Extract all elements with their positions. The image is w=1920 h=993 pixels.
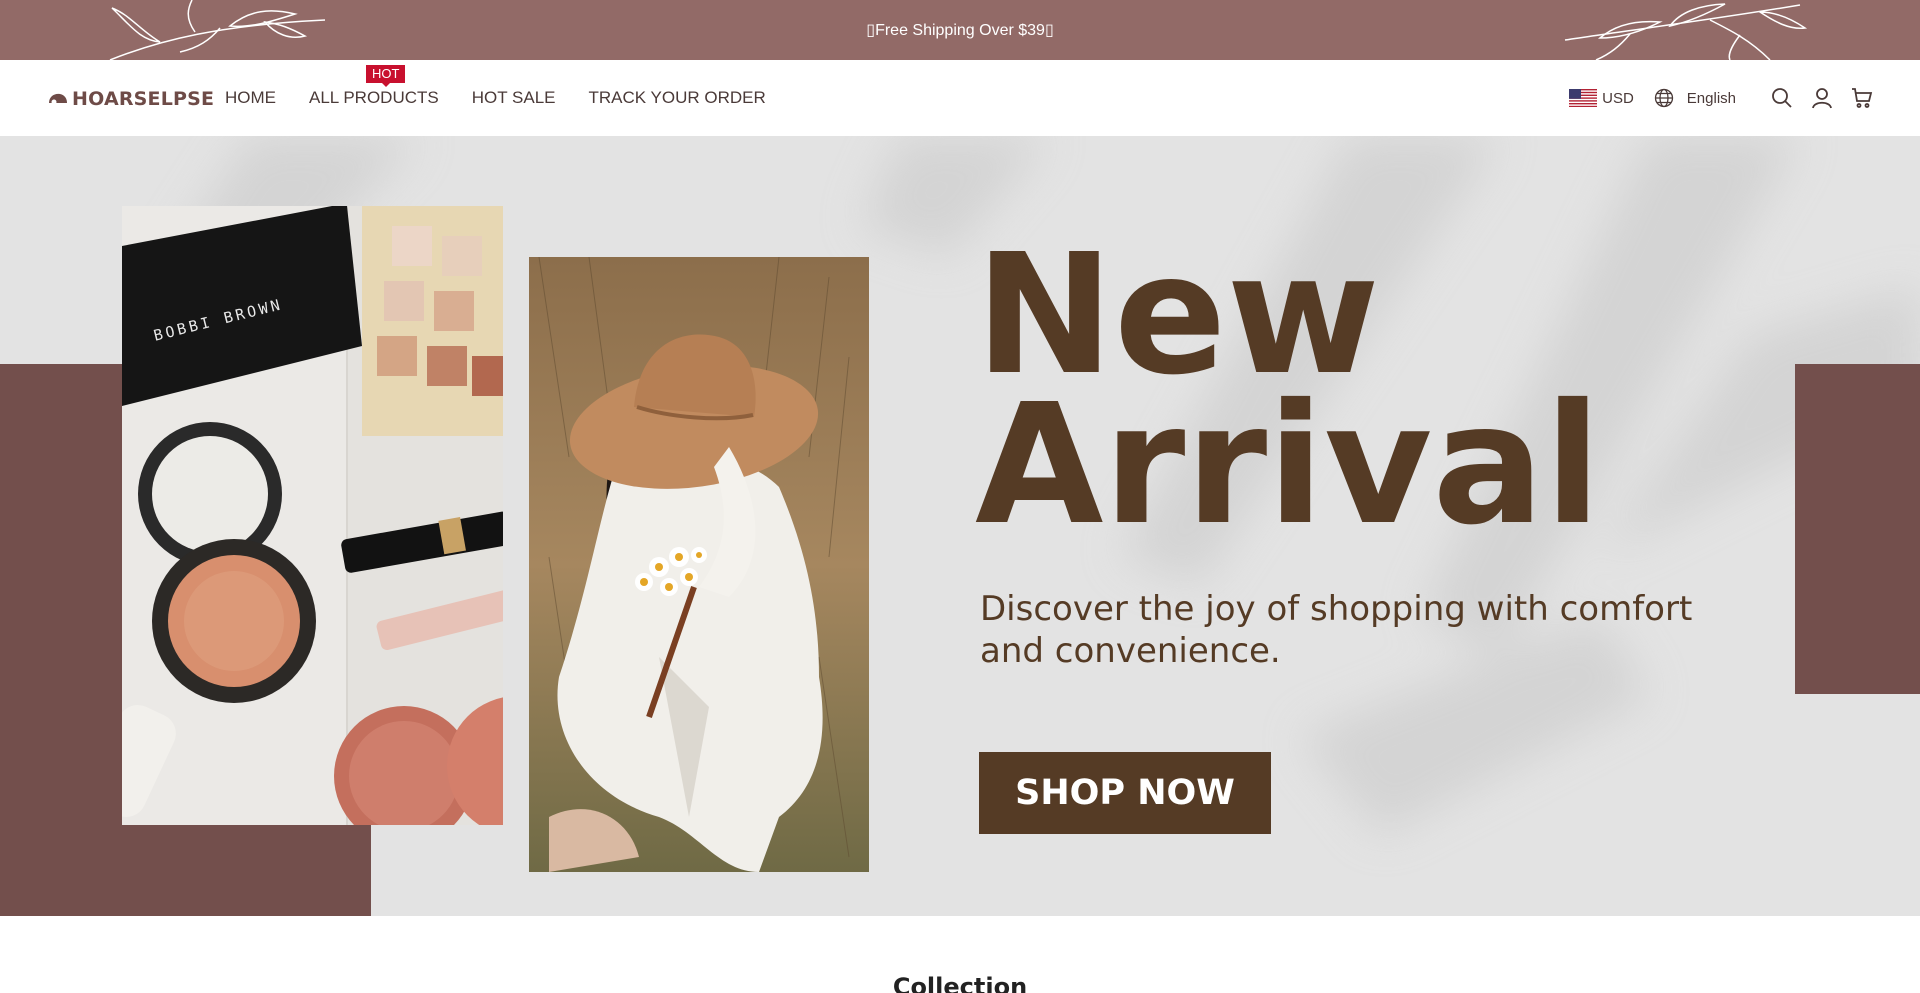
hero-subtext: Discover the joy of shopping with comfor… — [980, 589, 1693, 671]
currency-label: USD — [1602, 89, 1634, 107]
header-actions: USD English — [1569, 84, 1874, 112]
cart-icon[interactable] — [1850, 86, 1874, 110]
currency-selector[interactable]: USD — [1569, 89, 1634, 107]
logo-mark-icon — [49, 93, 67, 105]
main-nav: HOME ALL PRODUCTS HOT HOT SALE TRACK YOU… — [225, 65, 799, 108]
collection-heading: Collection — [892, 973, 1028, 993]
shop-now-button[interactable]: SHOP NOW — [979, 752, 1271, 834]
announcement-icon: ▯ — [866, 22, 876, 39]
user-icon[interactable] — [1810, 86, 1834, 110]
announcement-bar: ▯Free Shipping Over $39▯ — [0, 0, 1920, 60]
site-header: HOARSELPSE HOME ALL PRODUCTS HOT HOT SAL… — [0, 60, 1920, 136]
nav-all-products[interactable]: ALL PRODUCTS HOT — [309, 65, 439, 108]
announcement-icon: ▯ — [1044, 22, 1054, 39]
nav-track-order[interactable]: TRACK YOUR ORDER — [589, 88, 766, 108]
accent-block-right — [1795, 364, 1920, 694]
brand-logo[interactable]: HOARSELPSE — [47, 86, 214, 112]
brand-name: HOARSELPSE — [72, 88, 215, 110]
hero-headline-line2: Arrival — [975, 369, 1602, 562]
hero-banner: BOBBI BROWN New Arrival Discover the joy… — [0, 136, 1920, 916]
hero-headline: New Arrival — [975, 233, 1602, 562]
hero-photo-cosmetics: BOBBI BROWN — [122, 206, 503, 825]
nav-home[interactable]: HOME — [225, 88, 276, 108]
language-selector[interactable]: English — [1654, 88, 1736, 108]
globe-icon — [1654, 88, 1673, 108]
language-label: English — [1686, 89, 1736, 107]
us-flag-icon — [1569, 89, 1598, 107]
hot-badge: HOT — [366, 65, 406, 87]
nav-all-products-label: ALL PRODUCTS — [309, 88, 439, 107]
nav-hot-sale[interactable]: HOT SALE — [472, 88, 556, 108]
search-icon[interactable] — [1770, 86, 1794, 110]
woman-illustration — [529, 257, 869, 872]
cosmetics-illustration — [122, 206, 503, 825]
leaf-decoration-right — [1564, 3, 1808, 60]
hero-photo-woman — [529, 257, 869, 872]
